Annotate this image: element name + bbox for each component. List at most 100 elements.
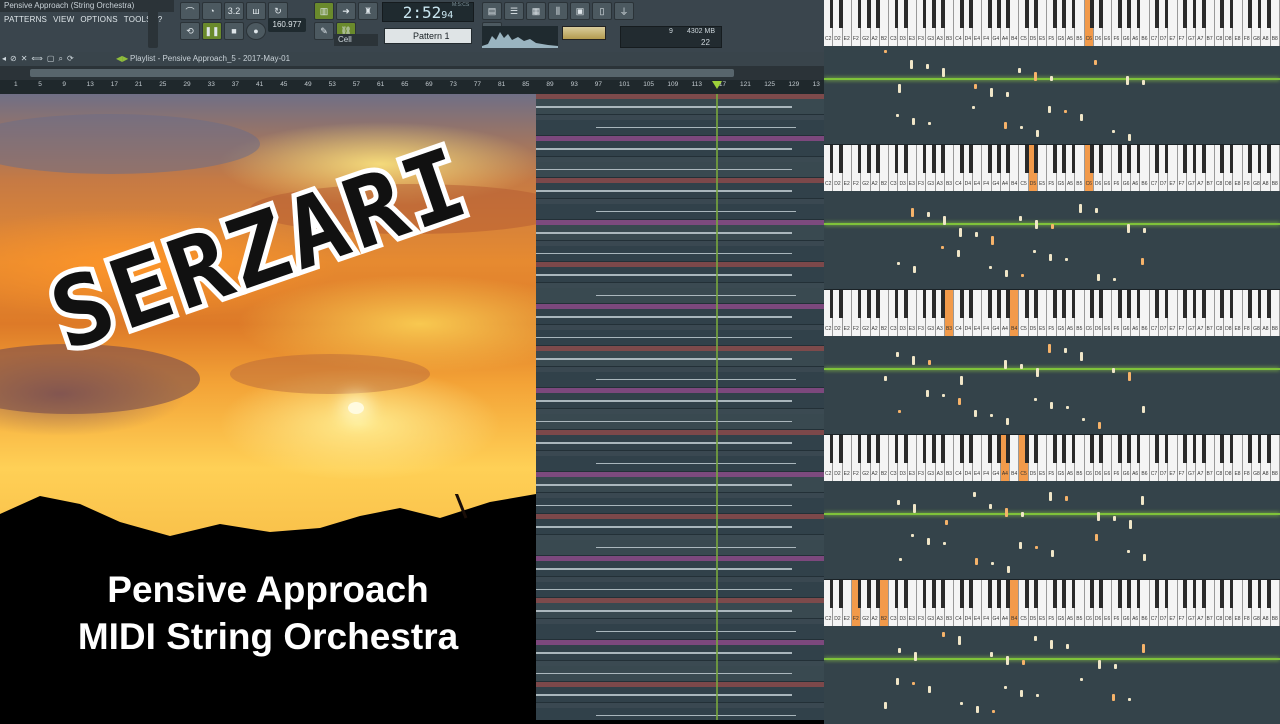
note[interactable]	[989, 266, 992, 269]
note[interactable]	[898, 410, 901, 413]
note[interactable]	[976, 706, 979, 713]
note[interactable]	[1021, 274, 1024, 277]
clip-header[interactable]	[536, 451, 824, 456]
note[interactable]	[928, 360, 931, 365]
clip-header[interactable]	[536, 661, 824, 666]
piano-roll[interactable]: C2 D2 E2 F2 G2 A2 B2 C3 D3 E3 F3 G3 A3 B3 C4 D4 E4 F4 G4 A4…	[824, 580, 1280, 724]
clip-header[interactable]	[536, 535, 824, 540]
track-lane[interactable]	[536, 556, 824, 577]
note[interactable]	[1020, 364, 1023, 369]
note[interactable]	[1066, 644, 1069, 649]
piano-roll[interactable]: C2 D2 E2 F2 G2 A2 B2 C3 D3 E3 F3 G3 A3 B3 C4 D4 E4 F4 G4 A4…	[824, 0, 1280, 144]
note[interactable]	[1065, 496, 1068, 501]
note[interactable]	[1066, 406, 1069, 409]
note[interactable]	[1048, 106, 1051, 113]
note[interactable]	[1112, 694, 1115, 701]
mixer-icon[interactable]: ⫼	[548, 2, 568, 20]
file-icon[interactable]: ▯	[592, 2, 612, 20]
track-lane[interactable]	[536, 514, 824, 535]
note[interactable]	[1049, 492, 1052, 501]
note[interactable]	[1097, 512, 1100, 521]
note[interactable]	[912, 118, 915, 125]
note[interactable]	[1051, 550, 1054, 557]
clip-header[interactable]	[536, 682, 824, 687]
step-icon[interactable]: ш	[246, 2, 266, 20]
piano-roll-window-icon[interactable]: ▦	[526, 2, 546, 20]
note[interactable]	[974, 410, 977, 417]
note[interactable]	[912, 356, 915, 365]
note[interactable]	[1114, 664, 1117, 669]
piano-roll[interactable]: C2 D2 E2 F2 G2 A2 B2 C3 D3 E3 F3 G3 A3 B3 C4 D4 E4 F4 G4 A4…	[824, 435, 1280, 579]
note[interactable]	[1050, 640, 1053, 649]
clip-header[interactable]	[536, 220, 824, 225]
track-lane[interactable]	[536, 619, 824, 640]
track-lane[interactable]	[536, 598, 824, 619]
note[interactable]	[913, 266, 916, 273]
note[interactable]	[973, 492, 976, 497]
note[interactable]	[926, 64, 929, 69]
track-lane[interactable]	[536, 388, 824, 409]
clip-header[interactable]	[536, 556, 824, 561]
piano-roll[interactable]: C2 D2 E2 F2 G2 A2 B2 C3 D3 E3 F3 G3 A3 B3 C4 D4 E4 F4 G4 A4…	[824, 145, 1280, 289]
note[interactable]	[943, 216, 946, 225]
note[interactable]	[1035, 220, 1038, 229]
note[interactable]	[1006, 418, 1009, 425]
playlist-icon[interactable]: ▤	[482, 2, 502, 20]
note[interactable]	[1007, 566, 1010, 573]
note[interactable]	[1020, 690, 1023, 697]
clip-header[interactable]	[536, 493, 824, 498]
note[interactable]	[1006, 656, 1009, 665]
note[interactable]	[960, 376, 963, 385]
clip-header[interactable]	[536, 115, 824, 120]
note[interactable]	[1004, 122, 1007, 129]
channel-rack-icon[interactable]: ☰	[504, 2, 524, 20]
note[interactable]	[958, 398, 961, 405]
track-lane[interactable]	[536, 577, 824, 598]
note[interactable]	[1065, 258, 1068, 261]
note[interactable]	[942, 632, 945, 637]
playlist-scrollbar[interactable]	[0, 66, 824, 80]
note[interactable]	[897, 262, 900, 265]
mute-tool-icon[interactable]: ✕	[21, 52, 28, 66]
countdown-label[interactable]: 3.2	[224, 2, 244, 20]
note[interactable]	[898, 84, 901, 93]
note[interactable]	[1095, 534, 1098, 541]
note[interactable]	[1141, 496, 1144, 505]
note[interactable]	[1141, 258, 1144, 265]
record-button[interactable]: ●	[246, 22, 266, 40]
note[interactable]	[1021, 512, 1024, 517]
track-lane[interactable]	[536, 640, 824, 661]
clip-header[interactable]	[536, 577, 824, 582]
clip-header[interactable]	[536, 472, 824, 477]
slip-tool-icon[interactable]: ⟺	[31, 52, 42, 66]
note[interactable]	[972, 106, 975, 109]
note[interactable]	[1034, 636, 1037, 641]
track-lane[interactable]	[536, 199, 824, 220]
note[interactable]	[896, 678, 899, 685]
note[interactable]	[1005, 508, 1008, 517]
menu-options[interactable]: OPTIONS	[80, 13, 117, 27]
track-lane[interactable]	[536, 682, 824, 703]
note[interactable]	[1033, 250, 1036, 253]
timeline-ruler[interactable]: 1 5 9 13 17 21 25 29 33 37 41 45 49 53 57 61 65 69 73 77 81 8…	[0, 80, 824, 95]
note[interactable]	[1050, 76, 1053, 81]
note[interactable]	[927, 212, 930, 217]
note[interactable]	[1095, 208, 1098, 213]
note[interactable]	[1019, 542, 1022, 549]
track-lane[interactable]	[536, 703, 824, 720]
note[interactable]	[957, 250, 960, 257]
track-lane[interactable]	[536, 409, 824, 430]
piano-keyboard[interactable]: C2 D2 E2 F2 G2 A2 B2 C3 D3 E3 F3 G3 A3 B3 C4 D4 E4 F4 G4 A4…	[824, 580, 1280, 626]
menu-patterns[interactable]: PATTERNS	[4, 13, 47, 27]
menu-view[interactable]: VIEW	[53, 13, 74, 27]
note[interactable]	[1048, 344, 1051, 353]
note[interactable]	[991, 562, 994, 565]
note[interactable]	[1128, 134, 1131, 141]
note-grid[interactable]	[824, 336, 1280, 434]
note[interactable]	[1129, 520, 1132, 529]
stop-button[interactable]: ■	[224, 22, 244, 40]
note[interactable]	[911, 534, 914, 537]
note[interactable]	[945, 520, 948, 525]
note[interactable]	[960, 702, 963, 705]
note[interactable]	[1019, 216, 1022, 221]
